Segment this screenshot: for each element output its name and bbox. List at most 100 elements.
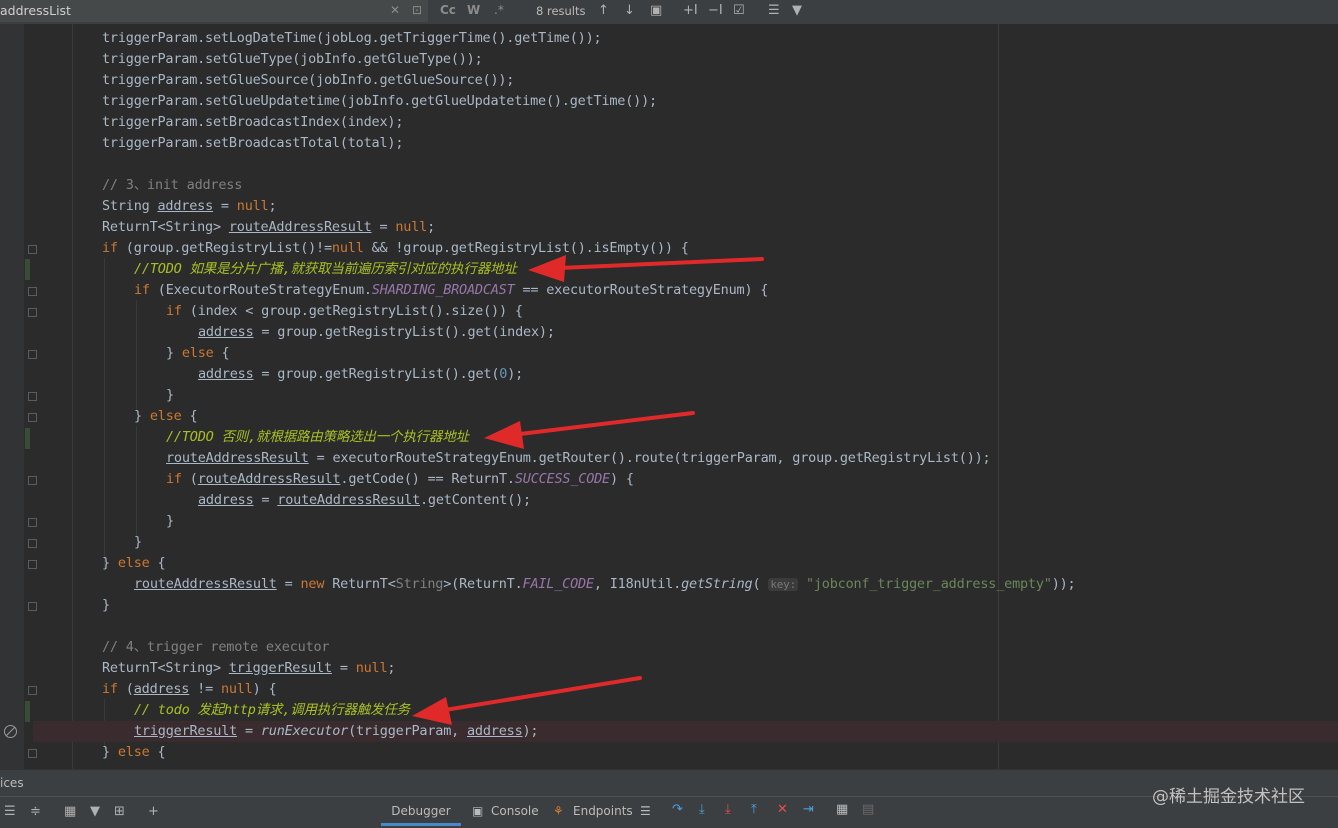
fold-marker[interactable] bbox=[28, 602, 37, 611]
code-token: routeAddressResult bbox=[197, 471, 341, 487]
code-token: triggerParam.setGlueType(jobInfo.getGlue… bbox=[102, 51, 483, 67]
trace-icon[interactable]: ▤ bbox=[862, 802, 874, 817]
tab-endpoints[interactable]: Endpoints bbox=[573, 803, 633, 823]
code-token: null bbox=[236, 198, 269, 214]
code-token: ) { bbox=[609, 471, 634, 487]
code-token: ReturnT<String> bbox=[102, 660, 229, 676]
tab-console[interactable]: Console bbox=[491, 803, 539, 823]
change-marker bbox=[25, 428, 30, 449]
code-token: address bbox=[198, 492, 254, 508]
code-token: address bbox=[198, 324, 254, 340]
code-token: { bbox=[213, 345, 230, 361]
regex-button[interactable]: .* bbox=[494, 3, 504, 17]
code-token: address bbox=[467, 723, 523, 739]
watermark: @稀土掘金技术社区 bbox=[1152, 787, 1305, 807]
code-token: { bbox=[149, 555, 166, 571]
change-marker bbox=[25, 701, 30, 722]
step-out-icon[interactable]: ⤒ bbox=[751, 802, 757, 817]
fold-marker[interactable] bbox=[28, 392, 37, 401]
code-token: } bbox=[134, 534, 142, 550]
code-token: = group.getRegistryList().get(index); bbox=[253, 324, 555, 340]
find-bar: addressList ✕ ⊡ Cc W .* 8 results ↑ ↓ ▣ … bbox=[0, 0, 1338, 25]
filter-icon[interactable]: ▼ bbox=[792, 3, 802, 18]
fold-marker[interactable] bbox=[28, 518, 37, 527]
code-token: null bbox=[331, 240, 364, 256]
search-in-selection-icon[interactable]: ☰ bbox=[768, 3, 780, 18]
debug-toolbar: ☰ ≑ ▦ ▼ ⊞ + Debugger ▣ Console ⚘ Endpoin… bbox=[0, 796, 1338, 828]
step-into-icon[interactable]: ⤓ bbox=[699, 802, 705, 817]
code-token: // todo 发起http请求,调用执行器触发任务 bbox=[134, 702, 410, 718]
previous-occurrence-icon[interactable]: ↑ bbox=[598, 3, 609, 18]
code-token: ( bbox=[752, 576, 769, 592]
code-token: } bbox=[102, 744, 118, 760]
change-marker bbox=[25, 259, 30, 280]
run-to-cursor-icon[interactable]: ⇥ bbox=[803, 802, 814, 817]
select-all-occurrences-icon[interactable]: ☑ bbox=[733, 3, 745, 18]
fold-marker[interactable] bbox=[28, 560, 37, 569]
code-token: else bbox=[117, 744, 150, 760]
code-token: >(ReturnT. bbox=[443, 576, 523, 592]
code-token: null bbox=[355, 660, 388, 676]
console-icon: ▣ bbox=[472, 804, 484, 818]
step-over-icon[interactable]: ↷ bbox=[672, 802, 683, 817]
code-token: else bbox=[149, 408, 182, 424]
fold-marker[interactable] bbox=[28, 287, 37, 296]
close-search-icon[interactable]: ✕ bbox=[390, 3, 400, 17]
indent-guide bbox=[136, 426, 137, 536]
fold-marker[interactable] bbox=[28, 245, 37, 254]
code-token: if bbox=[166, 303, 182, 319]
code-token: = bbox=[237, 723, 261, 739]
whole-word-button[interactable]: W bbox=[467, 3, 480, 17]
group-icon[interactable]: ▦ bbox=[64, 804, 76, 819]
code-token: = bbox=[276, 576, 301, 592]
next-occurrence-icon[interactable]: ↓ bbox=[624, 3, 635, 18]
add-icon[interactable]: + bbox=[148, 804, 159, 819]
disabled-breakpoint-icon[interactable] bbox=[4, 725, 17, 738]
fold-marker[interactable] bbox=[28, 686, 37, 695]
code-token: = executorRouteStrategyEnum.getRouter().… bbox=[308, 450, 991, 466]
fold-marker[interactable] bbox=[28, 749, 37, 758]
code-token: { bbox=[181, 408, 198, 424]
search-input[interactable]: addressList bbox=[0, 0, 428, 22]
match-case-button[interactable]: Cc bbox=[440, 3, 456, 17]
force-step-into-icon[interactable]: ⤓ bbox=[725, 802, 731, 817]
menu-icon[interactable]: ☰ bbox=[640, 803, 651, 823]
code-token: triggerParam.setBroadcastTotal(total); bbox=[102, 135, 404, 151]
code-token: { bbox=[149, 744, 166, 760]
code-token: ; bbox=[427, 219, 435, 235]
code-token: routeAddressResult bbox=[134, 576, 277, 592]
filter-icon[interactable]: ▼ bbox=[90, 804, 100, 819]
code-token: SUCCESS_CODE bbox=[514, 471, 610, 487]
tab-debugger[interactable]: Debugger bbox=[381, 803, 461, 826]
layout-icon[interactable]: ⊞ bbox=[114, 804, 125, 819]
code-token: address bbox=[198, 366, 254, 382]
fold-marker[interactable] bbox=[28, 476, 37, 485]
remove-occurrence-icon[interactable]: −Ι bbox=[708, 3, 723, 18]
code-line-current[interactable]: triggerResult = runExecutor(triggerParam… bbox=[33, 721, 1338, 742]
code-token: triggerResult bbox=[228, 660, 332, 676]
code-token: , I18nUtil. bbox=[593, 576, 682, 592]
fold-marker[interactable] bbox=[28, 413, 37, 422]
code-token: routeAddressResult bbox=[166, 450, 309, 466]
code-token: String bbox=[102, 198, 158, 214]
add-occurrence-icon[interactable]: +Ι bbox=[683, 3, 698, 18]
evaluate-expression-icon[interactable]: ▦ bbox=[836, 802, 848, 817]
code-token: key: bbox=[768, 578, 799, 591]
code-token: String bbox=[395, 576, 444, 592]
line-gutter[interactable] bbox=[0, 24, 24, 769]
search-query[interactable]: addressList bbox=[0, 3, 71, 18]
fold-marker[interactable] bbox=[28, 539, 37, 548]
code-token: else bbox=[181, 345, 214, 361]
expand-all-icon[interactable]: ☰ bbox=[4, 804, 16, 819]
search-history-icon[interactable]: ⊡ bbox=[412, 3, 422, 17]
fold-marker[interactable] bbox=[28, 308, 37, 317]
indent-guide bbox=[104, 258, 105, 568]
fold-marker[interactable] bbox=[28, 350, 37, 359]
code-token: = bbox=[331, 660, 356, 676]
code-token: (index < group.getRegistryList().size())… bbox=[181, 303, 523, 319]
show-all-occurrences-icon[interactable]: ▣ bbox=[650, 3, 662, 18]
code-token: routeAddressResult bbox=[228, 219, 372, 235]
drop-frame-icon[interactable]: ✕ bbox=[777, 802, 788, 817]
code-token: if bbox=[102, 681, 118, 697]
collapse-all-icon[interactable]: ≑ bbox=[30, 804, 41, 819]
